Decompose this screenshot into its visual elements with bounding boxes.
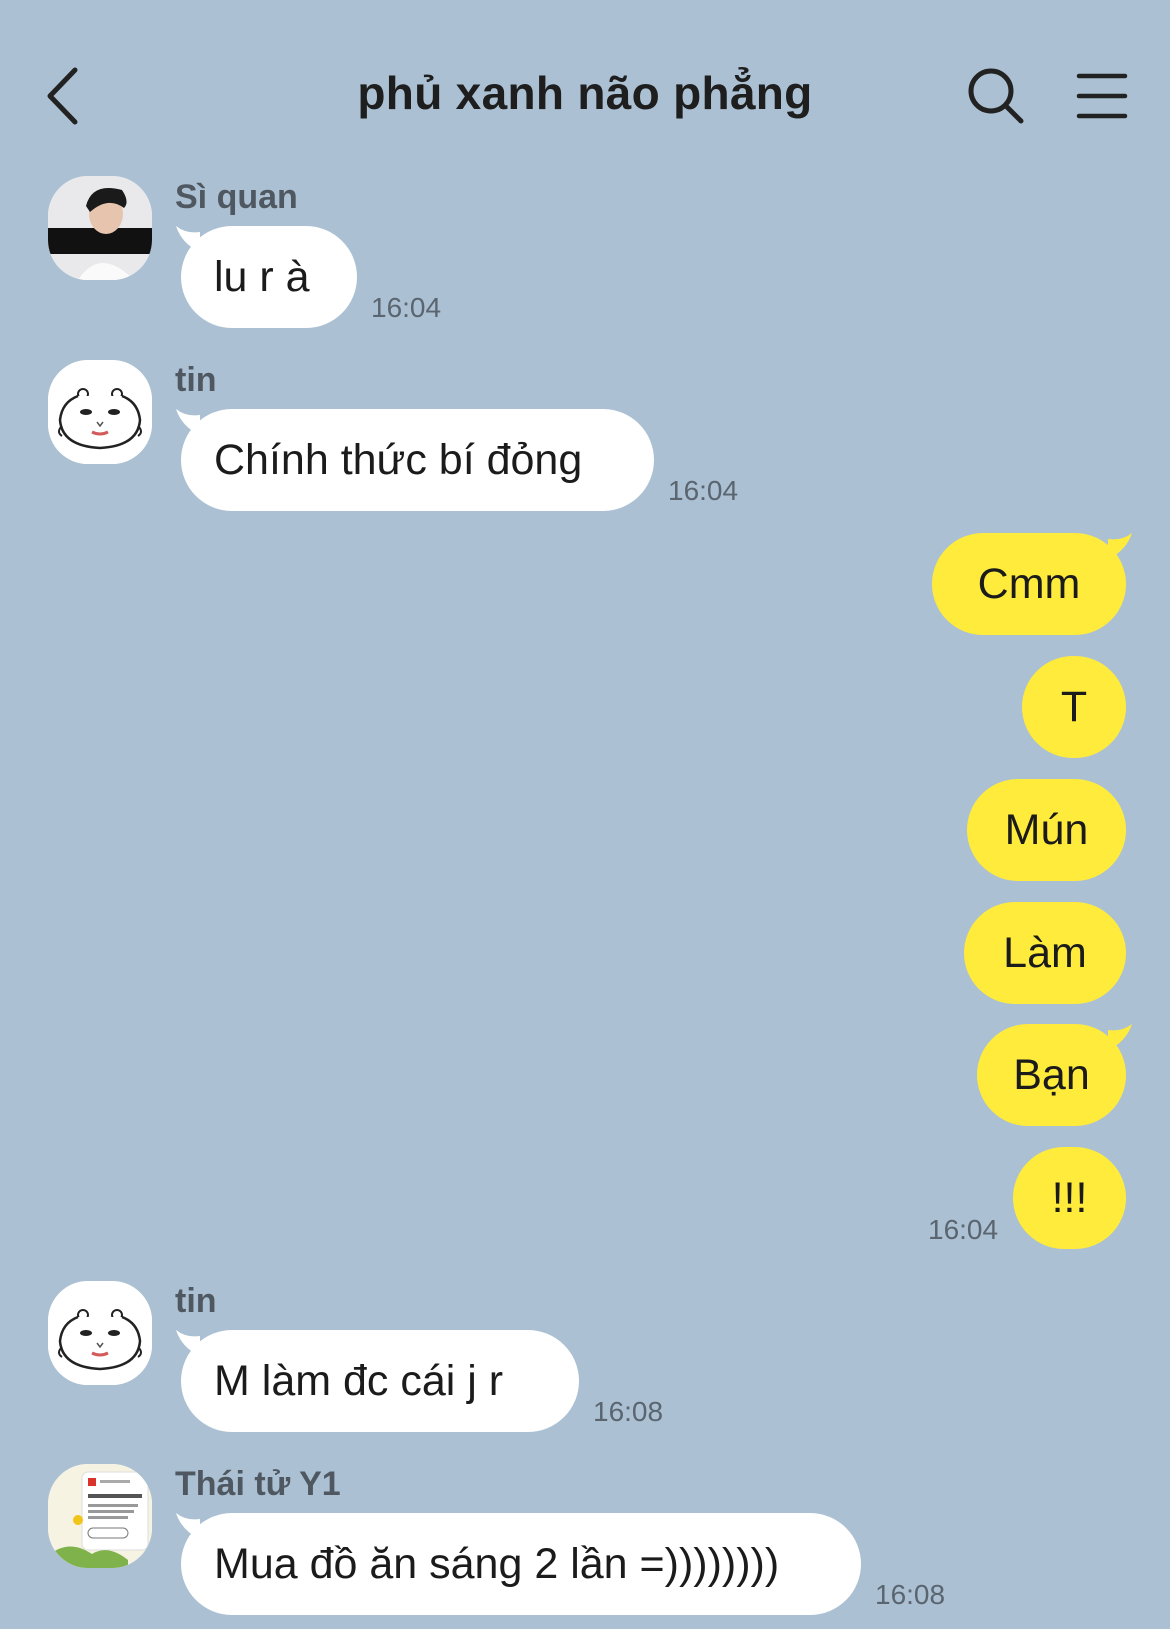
message-bubble-outgoing[interactable]: !!! [1013,1147,1126,1249]
message-bubble[interactable]: Mua đồ ăn sáng 2 lần =)))))))) [181,1513,861,1615]
avatar-tin[interactable] [48,360,152,464]
message-bubble-outgoing[interactable]: Cmm [932,533,1126,635]
sender-name: Sì quan [175,178,298,216]
search-button[interactable] [966,66,1026,126]
message-time: 16:08 [875,1579,946,1610]
message-bubble-outgoing[interactable]: Bạn [977,1024,1126,1126]
sender-name: Thái tử Y1 [175,1465,341,1503]
screenshot-thumbnail-icon [48,1464,152,1568]
avatar-thai-tu-y1[interactable] [48,1464,152,1568]
message-time: 16:08 [593,1396,664,1427]
message-time: 16:04 [668,475,739,506]
message-bubble[interactable]: Chính thức bí đỏng [181,409,654,511]
sender-name: tin [175,1282,217,1320]
chat-header: phủ xanh não phẳng [0,0,1170,140]
search-icon [968,68,1024,124]
message-bubble-outgoing[interactable]: T [1022,656,1126,758]
message-bubble-outgoing[interactable]: Mún [967,779,1126,881]
profile-photo-icon [48,176,152,280]
message-bubble[interactable]: M làm đc cái j r [181,1330,579,1432]
message-bubble[interactable]: lu r à [181,226,357,328]
message-time: 16:04 [371,292,442,323]
avatar-si-quan[interactable] [48,176,152,280]
sender-name: tin [175,361,217,399]
bear-avatar-icon [48,1281,152,1385]
menu-button[interactable] [1076,70,1128,122]
message-bubble-outgoing[interactable]: Làm [964,902,1126,1004]
bear-avatar-icon [48,360,152,464]
message-time: 16:04 [928,1214,999,1245]
menu-icon [1076,73,1128,119]
avatar-tin[interactable] [48,1281,152,1385]
